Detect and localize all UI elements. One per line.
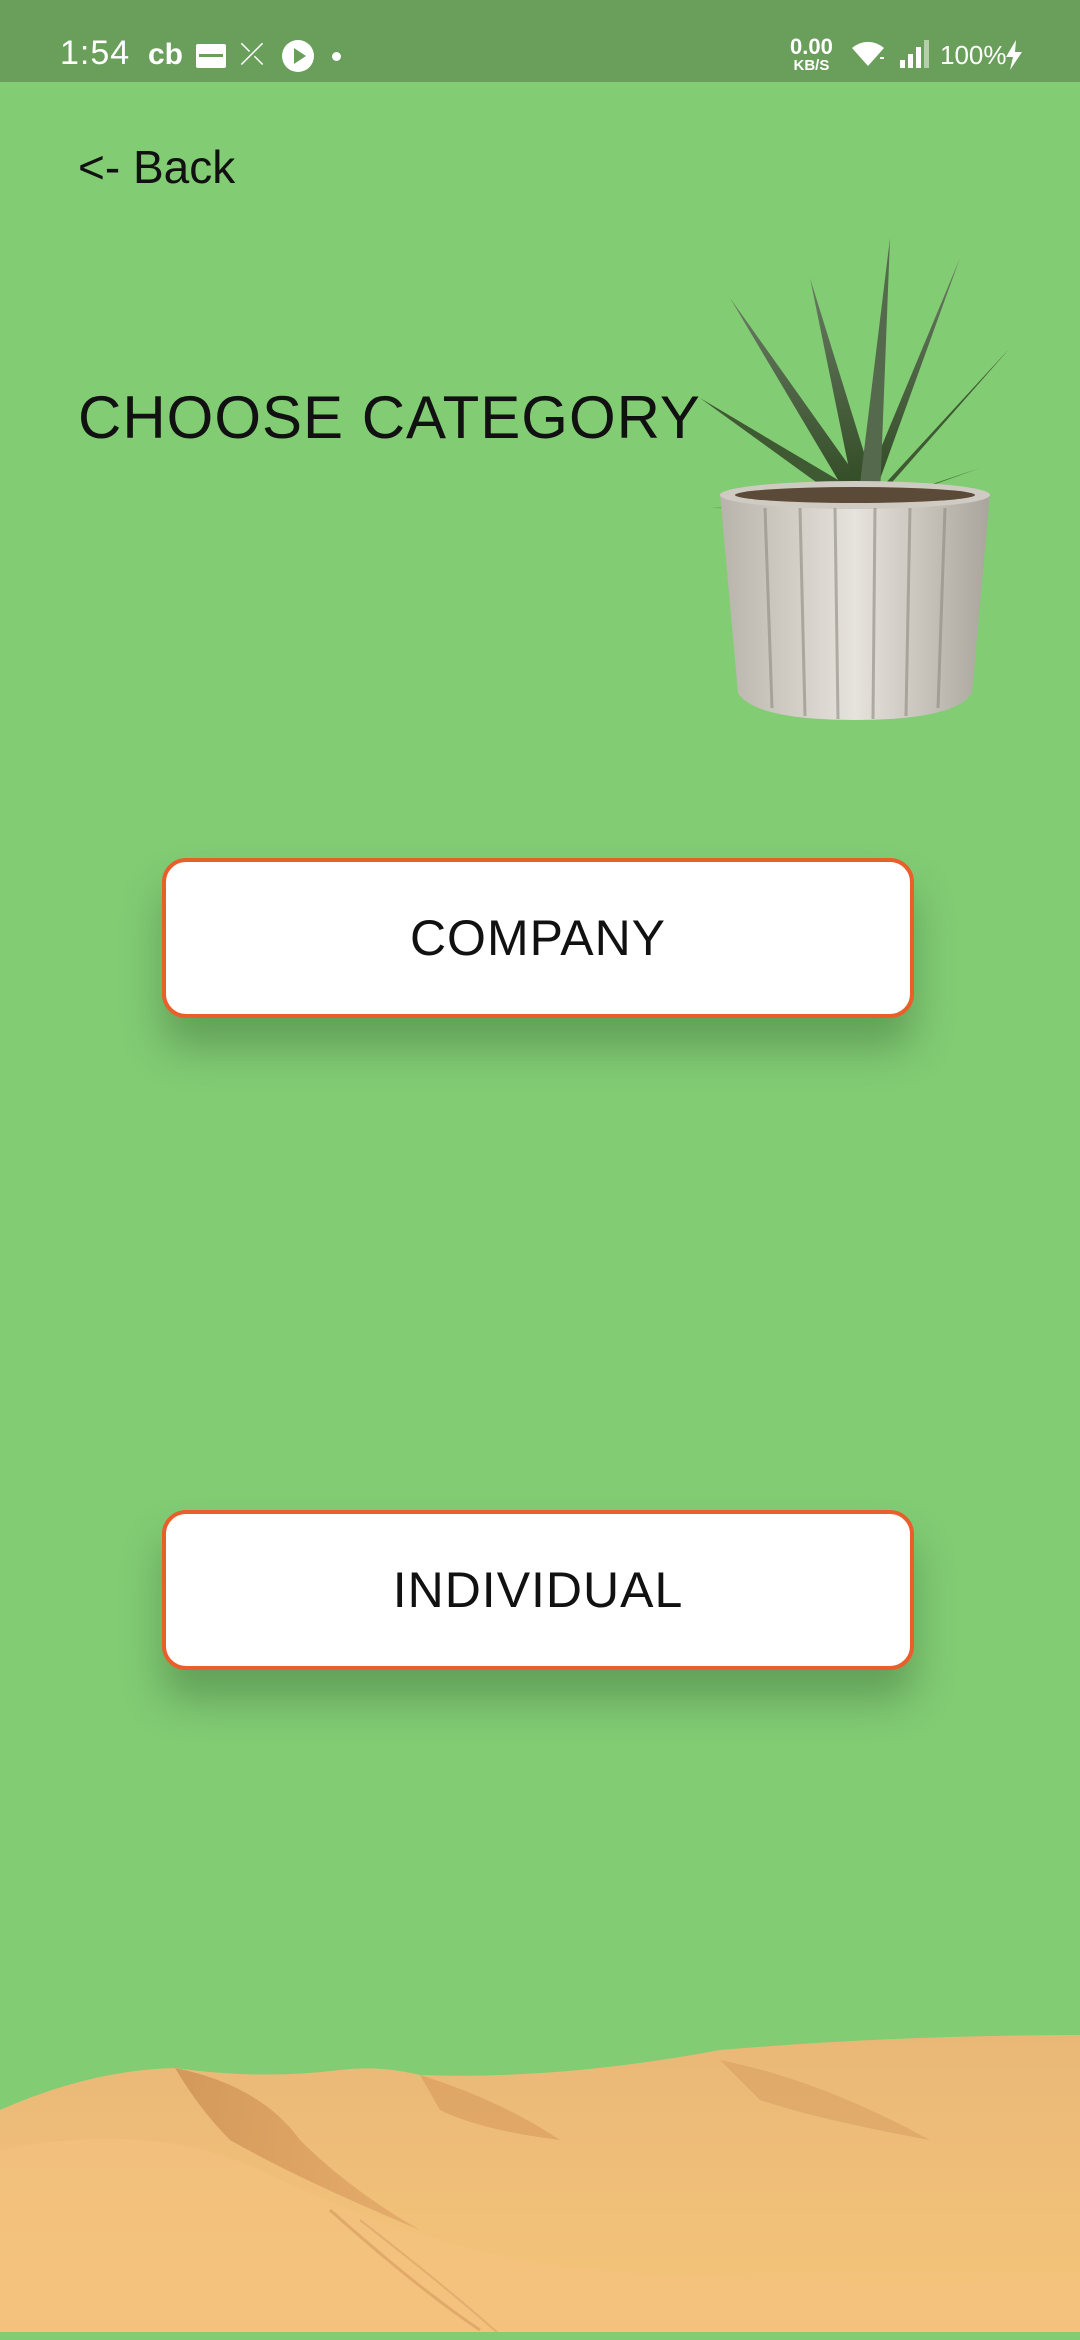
charging-icon bbox=[1006, 40, 1022, 70]
wifi-icon bbox=[852, 41, 884, 66]
cb-icon: cb bbox=[148, 38, 184, 71]
card-icon bbox=[196, 44, 226, 68]
network-speed-value: 0.00 bbox=[790, 34, 833, 59]
battery-level: 100% bbox=[940, 40, 1007, 70]
dot-icon bbox=[332, 52, 341, 61]
network-speed-unit: KB/S bbox=[793, 57, 830, 74]
back-button[interactable]: <- Back bbox=[78, 140, 235, 194]
page-title: CHOOSE CATEGORY bbox=[78, 384, 701, 451]
missed-call-icon: ⤫ bbox=[240, 38, 264, 71]
individual-button[interactable]: INDIVIDUAL bbox=[162, 1510, 914, 1670]
play-icon bbox=[282, 40, 314, 72]
plant-image bbox=[700, 238, 1010, 720]
network-speed: 0.00 KB/S bbox=[790, 34, 833, 74]
status-time: 1:54 bbox=[60, 34, 131, 72]
signal-icon bbox=[900, 40, 929, 68]
desert-image bbox=[0, 2035, 1080, 2340]
status-bar: 1:54 cb ⤫ 0.00 KB/S 100% bbox=[0, 0, 1080, 82]
company-button[interactable]: COMPANY bbox=[162, 858, 914, 1018]
